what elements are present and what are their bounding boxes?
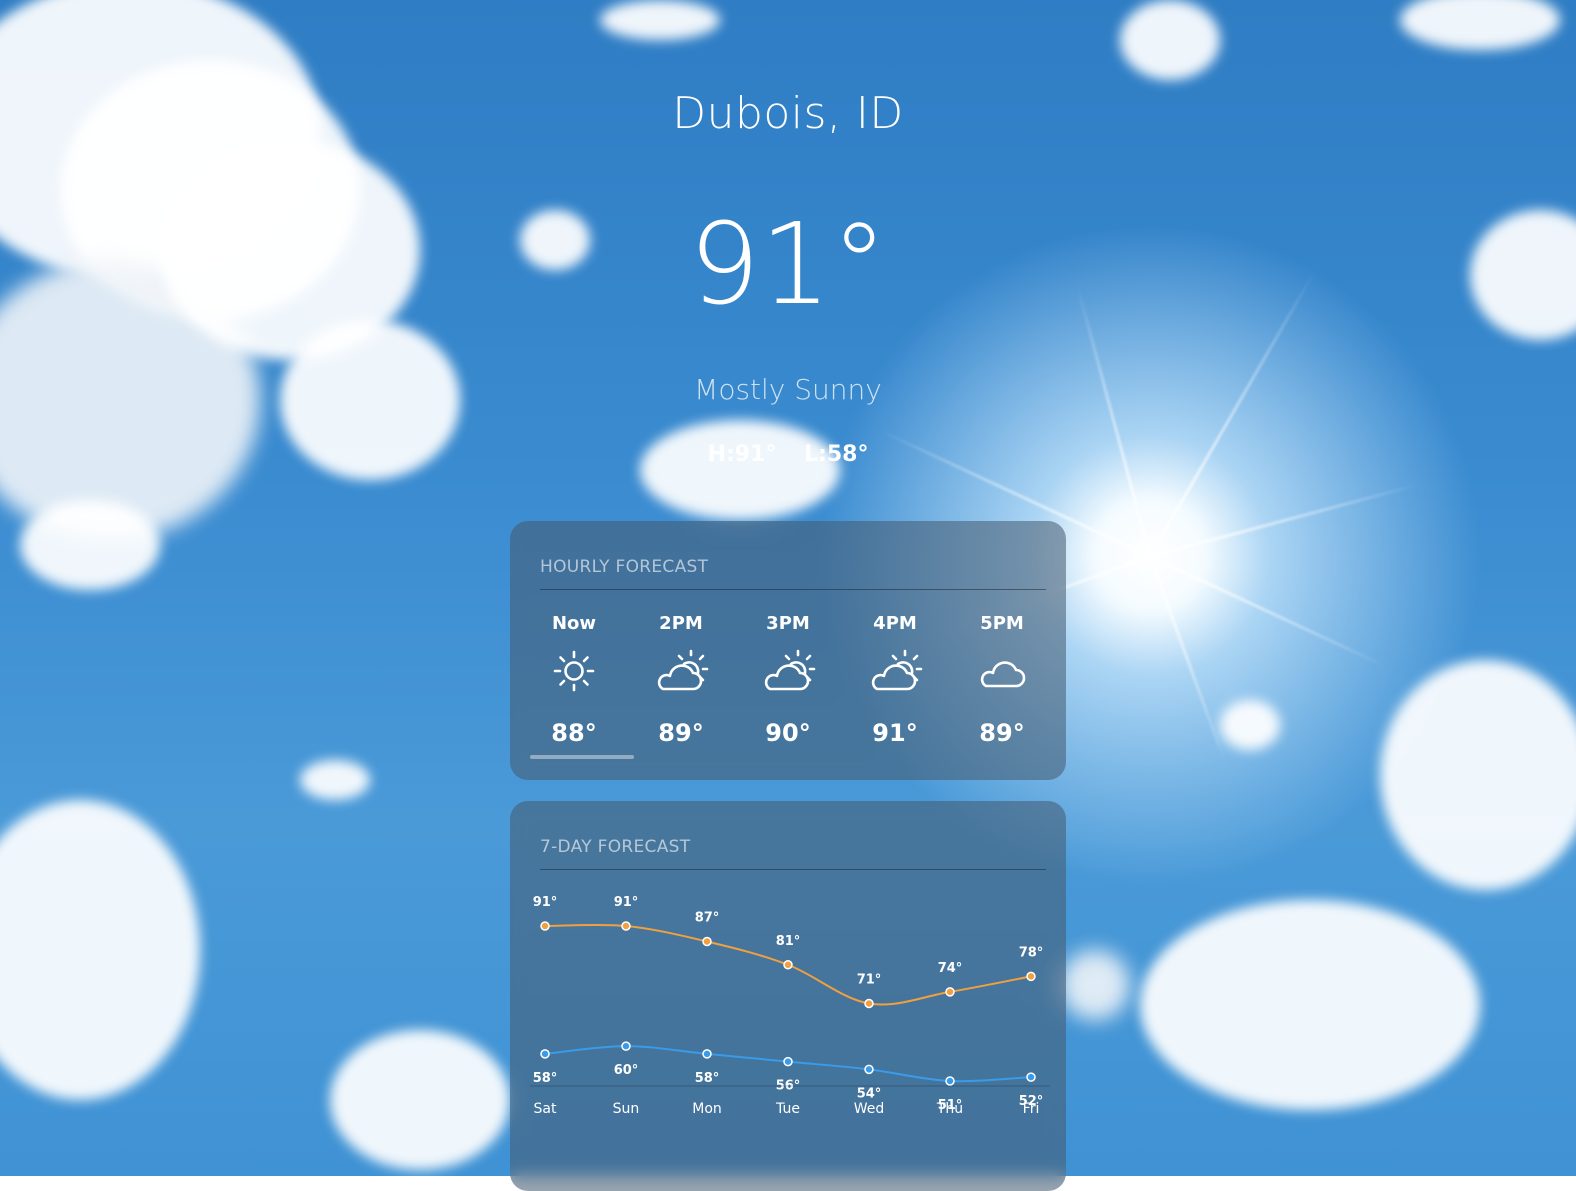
condition-text: Mostly Sunny xyxy=(694,373,882,406)
low-temperature-point xyxy=(945,1076,955,1086)
day-label: Mon xyxy=(692,1101,722,1117)
high-temperature-point xyxy=(702,936,712,947)
high-temperature-label: 87° xyxy=(695,911,720,926)
low-temperature-label: 54° xyxy=(857,1086,882,1101)
hourly-item: Now 88° xyxy=(524,613,624,747)
hour-temperature: 88° xyxy=(551,719,597,747)
hour-label: 2PM xyxy=(659,613,703,634)
high-temperature-label: 71° xyxy=(857,973,882,988)
high-temperature-label: 81° xyxy=(776,934,801,949)
day-label: Wed xyxy=(854,1101,885,1117)
day-label: Sat xyxy=(534,1101,557,1117)
hour-temperature: 90° xyxy=(765,719,811,747)
day-label: Fri xyxy=(1023,1101,1040,1117)
low-temperature-point xyxy=(702,1049,712,1059)
hourly-item: 2PM 89° xyxy=(631,613,731,747)
divider xyxy=(540,589,1046,590)
hourly-item: 3PM 90° xyxy=(738,613,838,747)
hourly-item: 4PM 91° xyxy=(845,613,945,747)
high-temperature-point xyxy=(783,960,793,970)
low-temperature-label: 60° xyxy=(614,1063,639,1078)
day-label: Sun xyxy=(613,1101,640,1117)
seven-day-forecast-card: 7-DAY FORECAST 91° 91° 87° 81° 71° 74° 78° 58° 6… xyxy=(510,801,1066,1191)
hour-temperature: 91° xyxy=(872,719,918,747)
partly-cloudy-icon xyxy=(845,641,945,701)
high-temperature-label: 91° xyxy=(533,895,558,910)
high-temperature-label: 91° xyxy=(614,895,639,910)
low-temperature-label: 58° xyxy=(533,1071,558,1086)
hour-label: Now xyxy=(551,613,597,634)
hour-label: 3PM xyxy=(766,613,810,634)
high-temperature-label: 74° xyxy=(938,961,963,976)
partly-cloudy-icon xyxy=(631,641,731,701)
low-temperature: L:58° xyxy=(804,442,869,467)
high-temperature-point xyxy=(540,921,550,931)
horizontal-scrollbar[interactable] xyxy=(530,755,634,759)
hourly-forecast-title: HOURLY FORECAST xyxy=(540,557,709,577)
temperature-chart: 91° 91°87°81°71°74°78°58°60°58°56°54°51° 5… xyxy=(530,895,1050,1117)
hourly-forecast-card[interactable]: HOURLY FORECAST Now 88° 2PM 89° 3PM 90° … xyxy=(510,521,1066,780)
hour-label: 4PM xyxy=(873,613,917,634)
high-temperature-label: 78° xyxy=(1019,945,1044,960)
hour-temperature: 89° xyxy=(658,719,704,747)
low-temperature-point xyxy=(1026,1072,1036,1082)
low-temperature-label: 58° xyxy=(695,1071,720,1086)
high-low: H:91° L:58° xyxy=(0,442,1576,467)
hourly-item: 5PM 89° xyxy=(952,613,1052,747)
cloud-icon xyxy=(952,641,1052,701)
current-temperature: 91° xyxy=(688,200,888,330)
sun-icon xyxy=(524,641,624,701)
high-temperature-point xyxy=(864,998,874,1009)
low-temperature-point xyxy=(621,1041,631,1051)
high-temperature: H:91° xyxy=(707,442,777,467)
hour-temperature: 89° xyxy=(979,719,1025,747)
high-temperature-point xyxy=(945,987,955,997)
low-temperature-point xyxy=(864,1064,874,1075)
partly-cloudy-icon xyxy=(738,641,838,701)
high-temperature-point xyxy=(621,921,631,931)
day-label: Thu xyxy=(936,1101,963,1117)
low-temperature-point xyxy=(783,1056,793,1067)
location-name: Dubois, ID xyxy=(672,88,904,139)
hour-label: 5PM xyxy=(980,613,1024,634)
day-label: Tue xyxy=(775,1101,800,1117)
low-temperature-point xyxy=(540,1049,550,1059)
high-temperature-point xyxy=(1026,971,1036,982)
